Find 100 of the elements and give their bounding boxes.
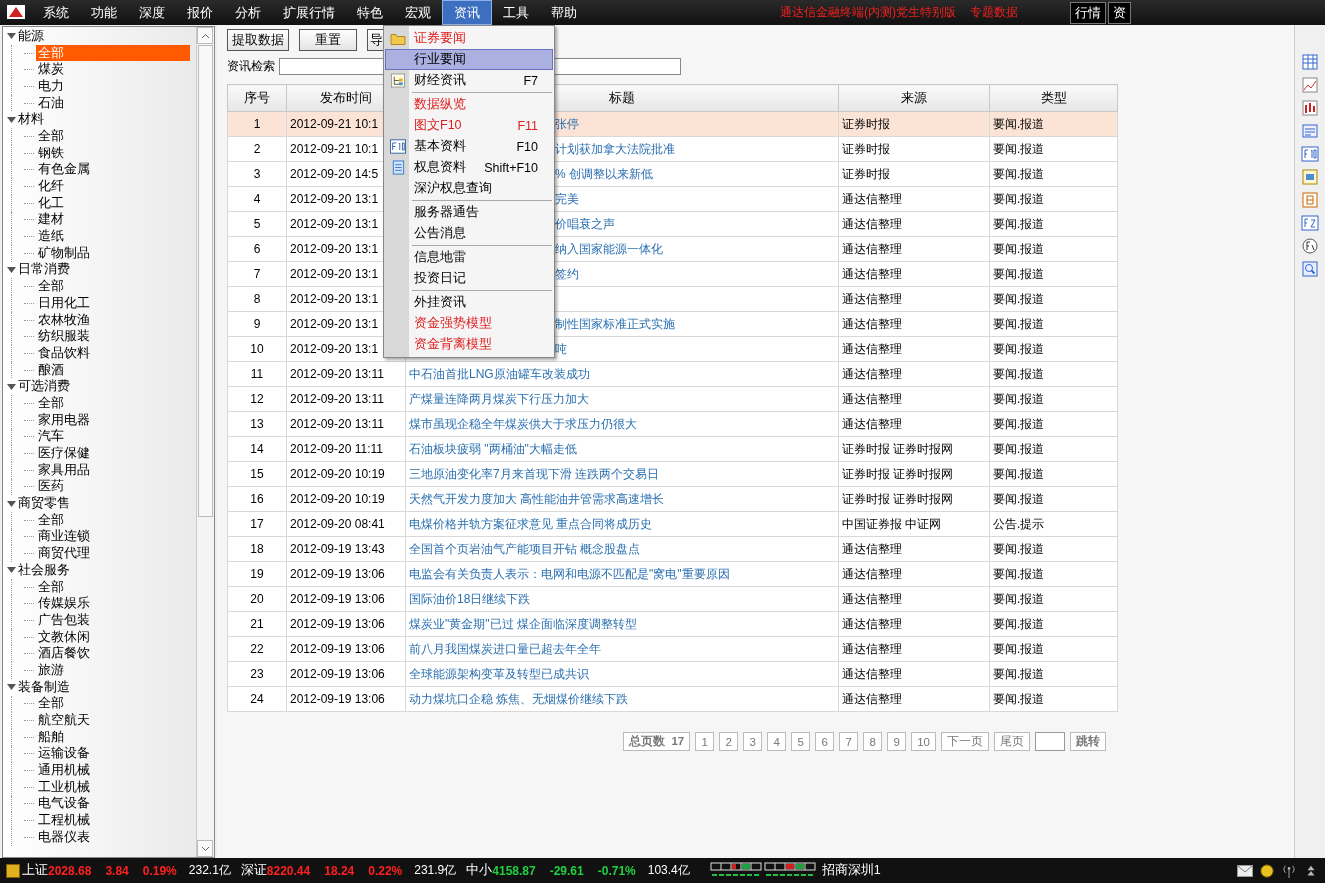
table-cell: 要闻.报道 <box>989 161 1118 187</box>
table-cell: 通达信整理 <box>838 311 990 337</box>
table-cell: 中国证券报 中证网 <box>838 511 990 537</box>
table-cell: 证券时报 证券时报网 <box>838 436 990 462</box>
table-cell: 通达信整理 <box>838 361 990 387</box>
table-cell: 证券时报 证券时报网 <box>838 461 990 487</box>
table-cell: 2012-09-19 13:06 <box>286 586 406 612</box>
table-cell: 2012-09-19 13:06 <box>286 636 406 662</box>
table-cell: 16 <box>227 486 287 512</box>
table-cell: 要闻.报道 <box>989 336 1118 362</box>
index-value: 2028.68 <box>48 863 92 878</box>
table-cell: 要闻.报道 <box>989 311 1118 337</box>
table-cell: 要闻.报道 <box>989 386 1118 412</box>
table-cell: 2012-09-19 13:43 <box>286 536 406 562</box>
table-cell: 通达信整理 <box>838 211 990 237</box>
table-cell: 要闻.报道 <box>989 136 1118 162</box>
index-name: 上证 <box>22 862 48 879</box>
table-cell: 证券时报 证券时报网 <box>838 486 990 512</box>
table-cell: 13 <box>227 411 287 437</box>
table-cell: 5 <box>227 211 287 237</box>
table-cell: 要闻.报道 <box>989 361 1118 387</box>
table-cell: 2012-09-20 10:19 <box>286 486 406 512</box>
table-cell: 要闻.报道 <box>989 411 1118 437</box>
table-cell: 2012-09-20 13:11 <box>286 361 406 387</box>
table-cell: 19 <box>227 561 287 587</box>
table-cell: 23 <box>227 661 287 687</box>
table-cell: 证券时报 <box>838 161 990 187</box>
index-change: 18.24 <box>324 863 355 878</box>
table-cell: 2012-09-19 13:06 <box>286 686 406 712</box>
table-cell: 要闻.报道 <box>989 286 1118 312</box>
table-cell: 12 <box>227 386 287 412</box>
table-cell: 通达信整理 <box>838 536 990 562</box>
table-cell: 7 <box>227 261 287 287</box>
search-label: 资讯检索 <box>227 58 275 75</box>
table-cell: 通达信整理 <box>838 261 990 287</box>
table-cell: 21 <box>227 611 287 637</box>
table-cell: 22 <box>227 636 287 662</box>
table-cell: 2012-09-20 10:19 <box>286 461 406 487</box>
table-cell: 3 <box>227 161 287 187</box>
table-cell: 要闻.报道 <box>989 461 1118 487</box>
table-cell: 通达信整理 <box>838 636 990 662</box>
table-cell: 18 <box>227 536 287 562</box>
page-count-label: 总页数 17 <box>623 732 691 751</box>
index-percent: 0.19% <box>142 863 177 878</box>
table-cell: 通达信整理 <box>838 586 990 612</box>
index-amount: 103.4亿 <box>647 862 690 879</box>
table-cell: 要闻.报道 <box>989 536 1118 562</box>
index-name: 中小 <box>466 862 493 879</box>
table-cell: 通达信整理 <box>838 386 990 412</box>
table-cell: 公告.提示 <box>989 511 1118 537</box>
table-cell: 20 <box>227 586 287 612</box>
table-cell: 14 <box>227 436 287 462</box>
table-cell: 2012-09-19 13:06 <box>286 611 406 637</box>
table-cell: 6 <box>227 236 287 262</box>
table-cell: 2012-09-20 08:41 <box>286 511 406 537</box>
table-cell: 1 <box>227 111 287 137</box>
table-cell: 2012-09-20 13:11 <box>286 411 406 437</box>
table-cell: 2012-09-20 11:11 <box>286 436 406 462</box>
table-cell: 2 <box>227 136 287 162</box>
table-cell: 通达信整理 <box>838 686 990 712</box>
index-value: 8220.44 <box>266 863 311 878</box>
index-change: 3.84 <box>105 863 129 878</box>
table-cell: 要闻.报道 <box>989 561 1118 587</box>
table-cell: 要闻.报道 <box>989 586 1118 612</box>
table-cell: 24 <box>227 686 287 712</box>
table-cell: 证券时报 <box>838 136 990 162</box>
table-cell: 证券时报 <box>838 111 990 137</box>
table-cell: 通达信整理 <box>838 236 990 262</box>
index-amount: 231.9亿 <box>414 862 457 879</box>
app-subtitle: 专题数据 <box>970 4 1018 21</box>
table-cell: 11 <box>227 361 287 387</box>
table-cell: 要闻.报道 <box>989 236 1118 262</box>
table-cell: 2012-09-20 13:11 <box>286 386 406 412</box>
table-cell: 要闻.报道 <box>989 111 1118 137</box>
table-cell: 4 <box>227 186 287 212</box>
table-cell: 要闻.报道 <box>989 611 1118 637</box>
table-cell: 要闻.报道 <box>989 186 1118 212</box>
table-cell: 2012-09-19 13:06 <box>286 661 406 687</box>
table-cell: 2012-09-19 13:06 <box>286 561 406 587</box>
table-cell: 要闻.报道 <box>989 261 1118 287</box>
table-cell: 要闻.报道 <box>989 436 1118 462</box>
index-percent: 0.22% <box>368 863 403 878</box>
table-cell: 要闻.报道 <box>989 486 1118 512</box>
table-cell: 15 <box>227 461 287 487</box>
table-cell: 通达信整理 <box>838 611 990 637</box>
table-cell: 10 <box>227 336 287 362</box>
index-percent: -0.71% <box>597 863 636 878</box>
table-cell: 通达信整理 <box>838 411 990 437</box>
table-cell: 8 <box>227 286 287 312</box>
server-name: 招商深圳1 <box>821 862 881 879</box>
table-cell: 通达信整理 <box>838 186 990 212</box>
table-cell: 9 <box>227 311 287 337</box>
table-cell: 通达信整理 <box>838 561 990 587</box>
table-cell: 通达信整理 <box>838 286 990 312</box>
table-cell: 通达信整理 <box>838 336 990 362</box>
app-title: 通达信金融终端(内测)党生特别版 <box>780 4 956 21</box>
index-name: 深证 <box>240 862 267 879</box>
table-cell: 17 <box>227 511 287 537</box>
index-value: 4158.87 <box>492 863 536 878</box>
table-cell: 要闻.报道 <box>989 661 1118 687</box>
